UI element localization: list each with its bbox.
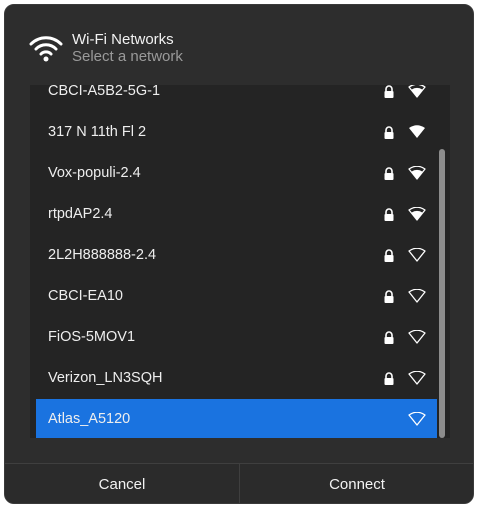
connect-button[interactable]: Connect	[240, 464, 473, 503]
network-row[interactable]: Atlas_A5120	[36, 399, 437, 438]
lock-icon	[384, 126, 394, 139]
lock-icon	[384, 208, 394, 221]
dialog-footer: Cancel Connect	[5, 463, 473, 503]
network-name: Verizon_LN3SQH	[48, 370, 163, 386]
network-name: Vox-populi-2.4	[48, 165, 141, 181]
wifi-icon	[29, 36, 63, 62]
network-name: CBCI-EA10	[48, 288, 123, 304]
lock-icon	[384, 85, 394, 98]
dialog-title: Wi-Fi Networks	[72, 31, 174, 48]
dialog-subtitle: Select a network	[72, 48, 183, 65]
cancel-button[interactable]: Cancel	[5, 464, 240, 503]
signal-strength-icon	[408, 85, 426, 98]
network-name: FiOS-5MOV1	[48, 329, 136, 345]
wifi-dialog: Wi-Fi Networks Select a network CBCI-A5B…	[4, 4, 474, 504]
dialog-header: Wi-Fi Networks Select a network	[5, 5, 473, 85]
lock-icon	[384, 290, 394, 303]
network-row[interactable]: 2L2H888888-2.4	[36, 235, 437, 276]
network-name: 2L2H888888-2.4	[48, 247, 157, 263]
network-name: 317 N 11th Fl 2	[48, 124, 147, 140]
network-row[interactable]: Vox-populi-2.4	[36, 153, 437, 194]
signal-strength-icon	[408, 289, 426, 303]
signal-strength-icon	[408, 248, 426, 262]
lock-icon	[384, 372, 394, 385]
network-name: Atlas_A5120	[48, 411, 131, 427]
signal-strength-icon	[408, 166, 426, 180]
network-row[interactable]: 317 N 11th Fl 2	[36, 112, 437, 153]
network-row[interactable]: CBCI-A5B2-5G-1	[36, 85, 437, 112]
network-row[interactable]: CBCI-EA10	[36, 276, 437, 317]
signal-strength-icon	[408, 207, 426, 221]
network-name: rtpdAP2.4	[48, 206, 113, 222]
signal-strength-icon	[409, 125, 425, 138]
lock-icon	[384, 249, 394, 262]
scrollbar[interactable]	[439, 149, 445, 438]
network-list[interactable]: CBCI-A5B2-5G-1 317 N 11th Fl 2 Vox-populi-…	[30, 85, 450, 438]
lock-icon	[384, 167, 394, 180]
network-row[interactable]: rtpdAP2.4	[36, 194, 437, 235]
signal-strength-icon	[408, 371, 426, 385]
lock-icon	[384, 331, 394, 344]
network-row[interactable]: Verizon_LN3SQH	[36, 358, 437, 399]
network-row[interactable]: FiOS-5MOV1	[36, 317, 437, 358]
signal-strength-icon	[408, 330, 426, 344]
network-name: CBCI-A5B2-5G-1	[48, 85, 161, 99]
signal-strength-icon	[408, 412, 426, 426]
